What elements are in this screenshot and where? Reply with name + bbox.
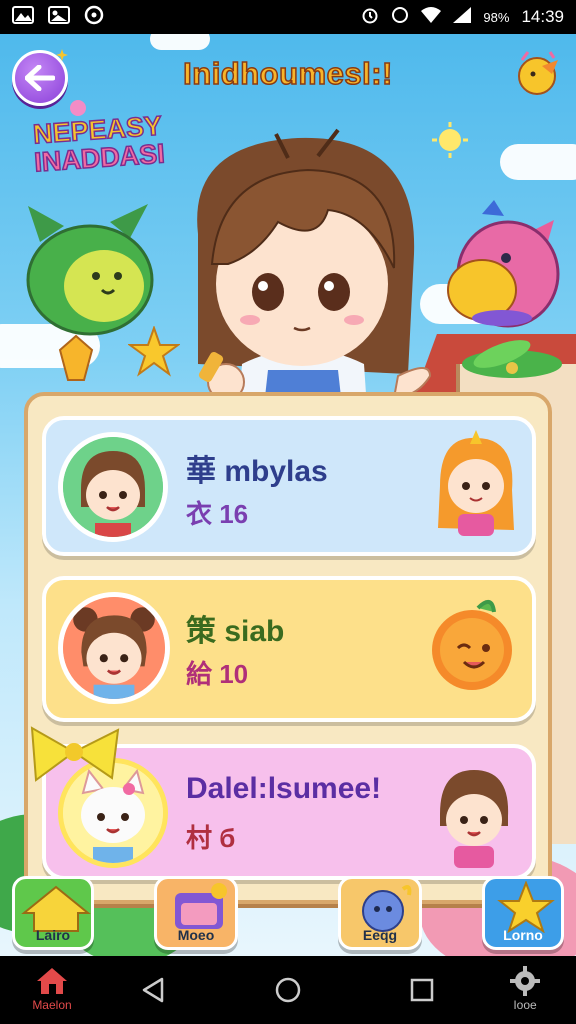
nav-home-label: Maelon xyxy=(32,998,72,1012)
recents-square-icon xyxy=(410,978,434,1002)
gem-icon xyxy=(58,334,94,386)
card-companion-girl xyxy=(426,430,516,546)
list-item[interactable]: 策 siab 給 10 xyxy=(42,576,536,722)
sync-icon xyxy=(84,5,104,30)
card-score: 給 10 xyxy=(186,659,249,689)
back-arrow-icon xyxy=(25,65,55,91)
star-button[interactable]: Lorno xyxy=(482,876,564,950)
gallery-icon xyxy=(12,5,34,29)
wifi-icon xyxy=(421,6,442,28)
shop-button[interactable]: Moeo xyxy=(154,876,238,950)
navigation-bar: Maelon Iooe xyxy=(0,956,576,1024)
status-time: 14:39 xyxy=(521,7,564,26)
nav-home[interactable]: Maelon xyxy=(14,966,90,1012)
cloud xyxy=(150,34,210,50)
apple-mascot xyxy=(20,198,160,342)
nav-settings[interactable]: Iooe xyxy=(490,966,560,1012)
bunny-icon xyxy=(362,885,412,932)
house-icon xyxy=(21,885,91,932)
house-button[interactable]: Lairo xyxy=(12,876,94,950)
page-title: Inidhoumesl:! xyxy=(182,55,393,92)
card-score: 衣 16 xyxy=(186,499,249,529)
status-bar: 98% 14:39 xyxy=(0,0,576,34)
nav-settings-label: Iooe xyxy=(513,998,537,1012)
star-icon xyxy=(497,881,555,933)
hero-character xyxy=(168,114,438,424)
bird-mascot xyxy=(442,200,562,334)
game-scene: Inidhoumesl:! NEPEASY INADDASI 華 mbylas … xyxy=(0,34,576,956)
home-circle-icon xyxy=(275,977,301,1003)
card-title: 策 siab xyxy=(186,615,285,648)
reward-chick-icon[interactable] xyxy=(512,48,562,98)
game-logo: NEPEASY INADDASI xyxy=(31,110,166,178)
friends-panel: 華 mbylas 衣 16 策 siab 給 10 Dalel:lsumee! … xyxy=(24,392,552,904)
shop-icon xyxy=(175,883,227,929)
home-icon xyxy=(37,968,67,994)
avatar xyxy=(58,592,170,704)
card-companion-boy xyxy=(428,762,518,874)
home-nav-button[interactable] xyxy=(274,976,302,1004)
list-item[interactable]: 華 mbylas 衣 16 xyxy=(42,416,536,556)
back-triangle-icon xyxy=(142,977,164,1003)
battery-percent: 98% xyxy=(483,9,510,25)
avatar xyxy=(58,432,168,542)
bow-icon xyxy=(26,724,122,788)
sparkle-icon xyxy=(56,46,68,65)
alarm-icon xyxy=(361,6,379,29)
recents-nav-button[interactable] xyxy=(408,976,436,1004)
data-saver-icon xyxy=(391,6,409,29)
back-nav-button[interactable] xyxy=(140,976,168,1004)
sun-mascot-icon xyxy=(422,598,522,702)
image-icon xyxy=(48,5,70,29)
star-sparkle-icon xyxy=(68,98,88,122)
gear-icon xyxy=(510,966,540,996)
card-title: Dalel:lsumee! xyxy=(186,772,382,805)
pet-button[interactable]: Eeqg xyxy=(338,876,422,950)
cloud xyxy=(500,144,576,180)
signal-icon xyxy=(453,6,472,28)
card-title: 華 mbylas xyxy=(186,455,328,488)
card-score: 村 б xyxy=(186,823,236,853)
